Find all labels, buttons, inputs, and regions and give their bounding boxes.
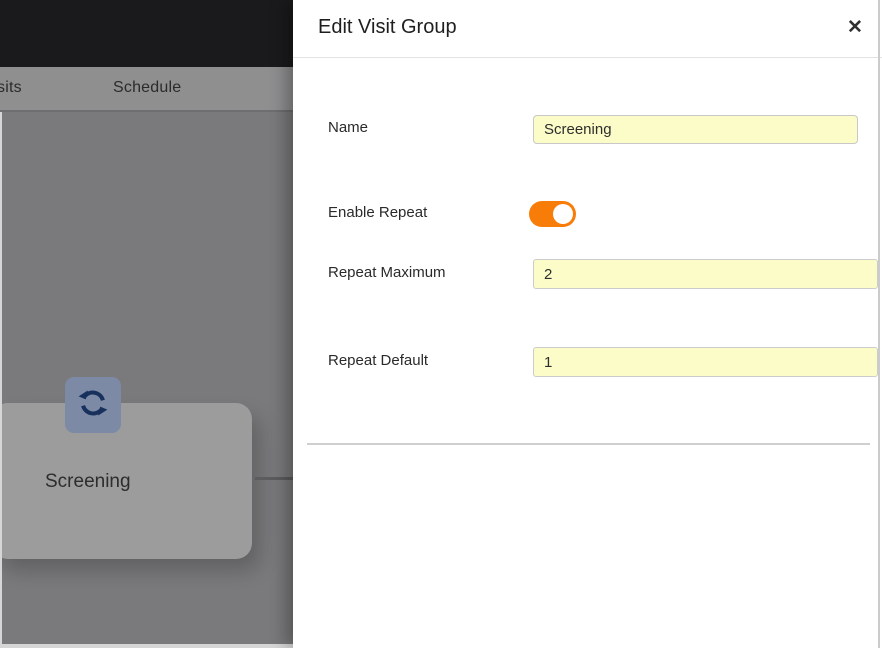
window-right-edge	[878, 0, 880, 648]
visit-group-card[interactable]: Screening	[0, 403, 252, 559]
sync-icon	[75, 385, 111, 426]
enable-repeat-toggle[interactable]	[529, 201, 576, 227]
tab-bar: sits Schedule	[0, 67, 293, 112]
name-field-label: Name	[328, 119, 369, 136]
drawer-header: Edit Visit Group ✕	[293, 0, 882, 58]
repeat-default-input[interactable]	[533, 347, 878, 377]
edit-visit-group-drawer: Edit Visit Group ✕ Name Enable Repeat Re…	[293, 0, 882, 648]
drawer-title: Edit Visit Group	[318, 16, 457, 38]
repeat-maximum-input[interactable]	[533, 259, 878, 289]
schedule-connector-line	[255, 477, 293, 480]
repeat-default-label: Repeat Default	[328, 352, 429, 369]
toggle-knob	[553, 204, 573, 224]
name-input[interactable]	[533, 115, 858, 144]
repeat-badge	[65, 377, 121, 433]
repeat-maximum-label: Repeat Maximum	[328, 264, 446, 281]
enable-repeat-label: Enable Repeat	[328, 204, 428, 221]
screen: sits Schedule Screening Edit Visit Group…	[0, 0, 882, 648]
app-topbar	[0, 0, 293, 67]
visit-group-card-label: Screening	[45, 471, 131, 492]
canvas-bottom-border	[0, 644, 293, 648]
close-icon[interactable]: ✕	[842, 15, 868, 41]
modal-backdrop[interactable]: sits Schedule Screening	[0, 0, 293, 648]
tab-visits[interactable]: sits	[0, 79, 22, 97]
tab-schedule[interactable]: Schedule	[113, 79, 181, 97]
canvas-left-border	[0, 112, 2, 648]
drawer-divider	[307, 443, 870, 445]
